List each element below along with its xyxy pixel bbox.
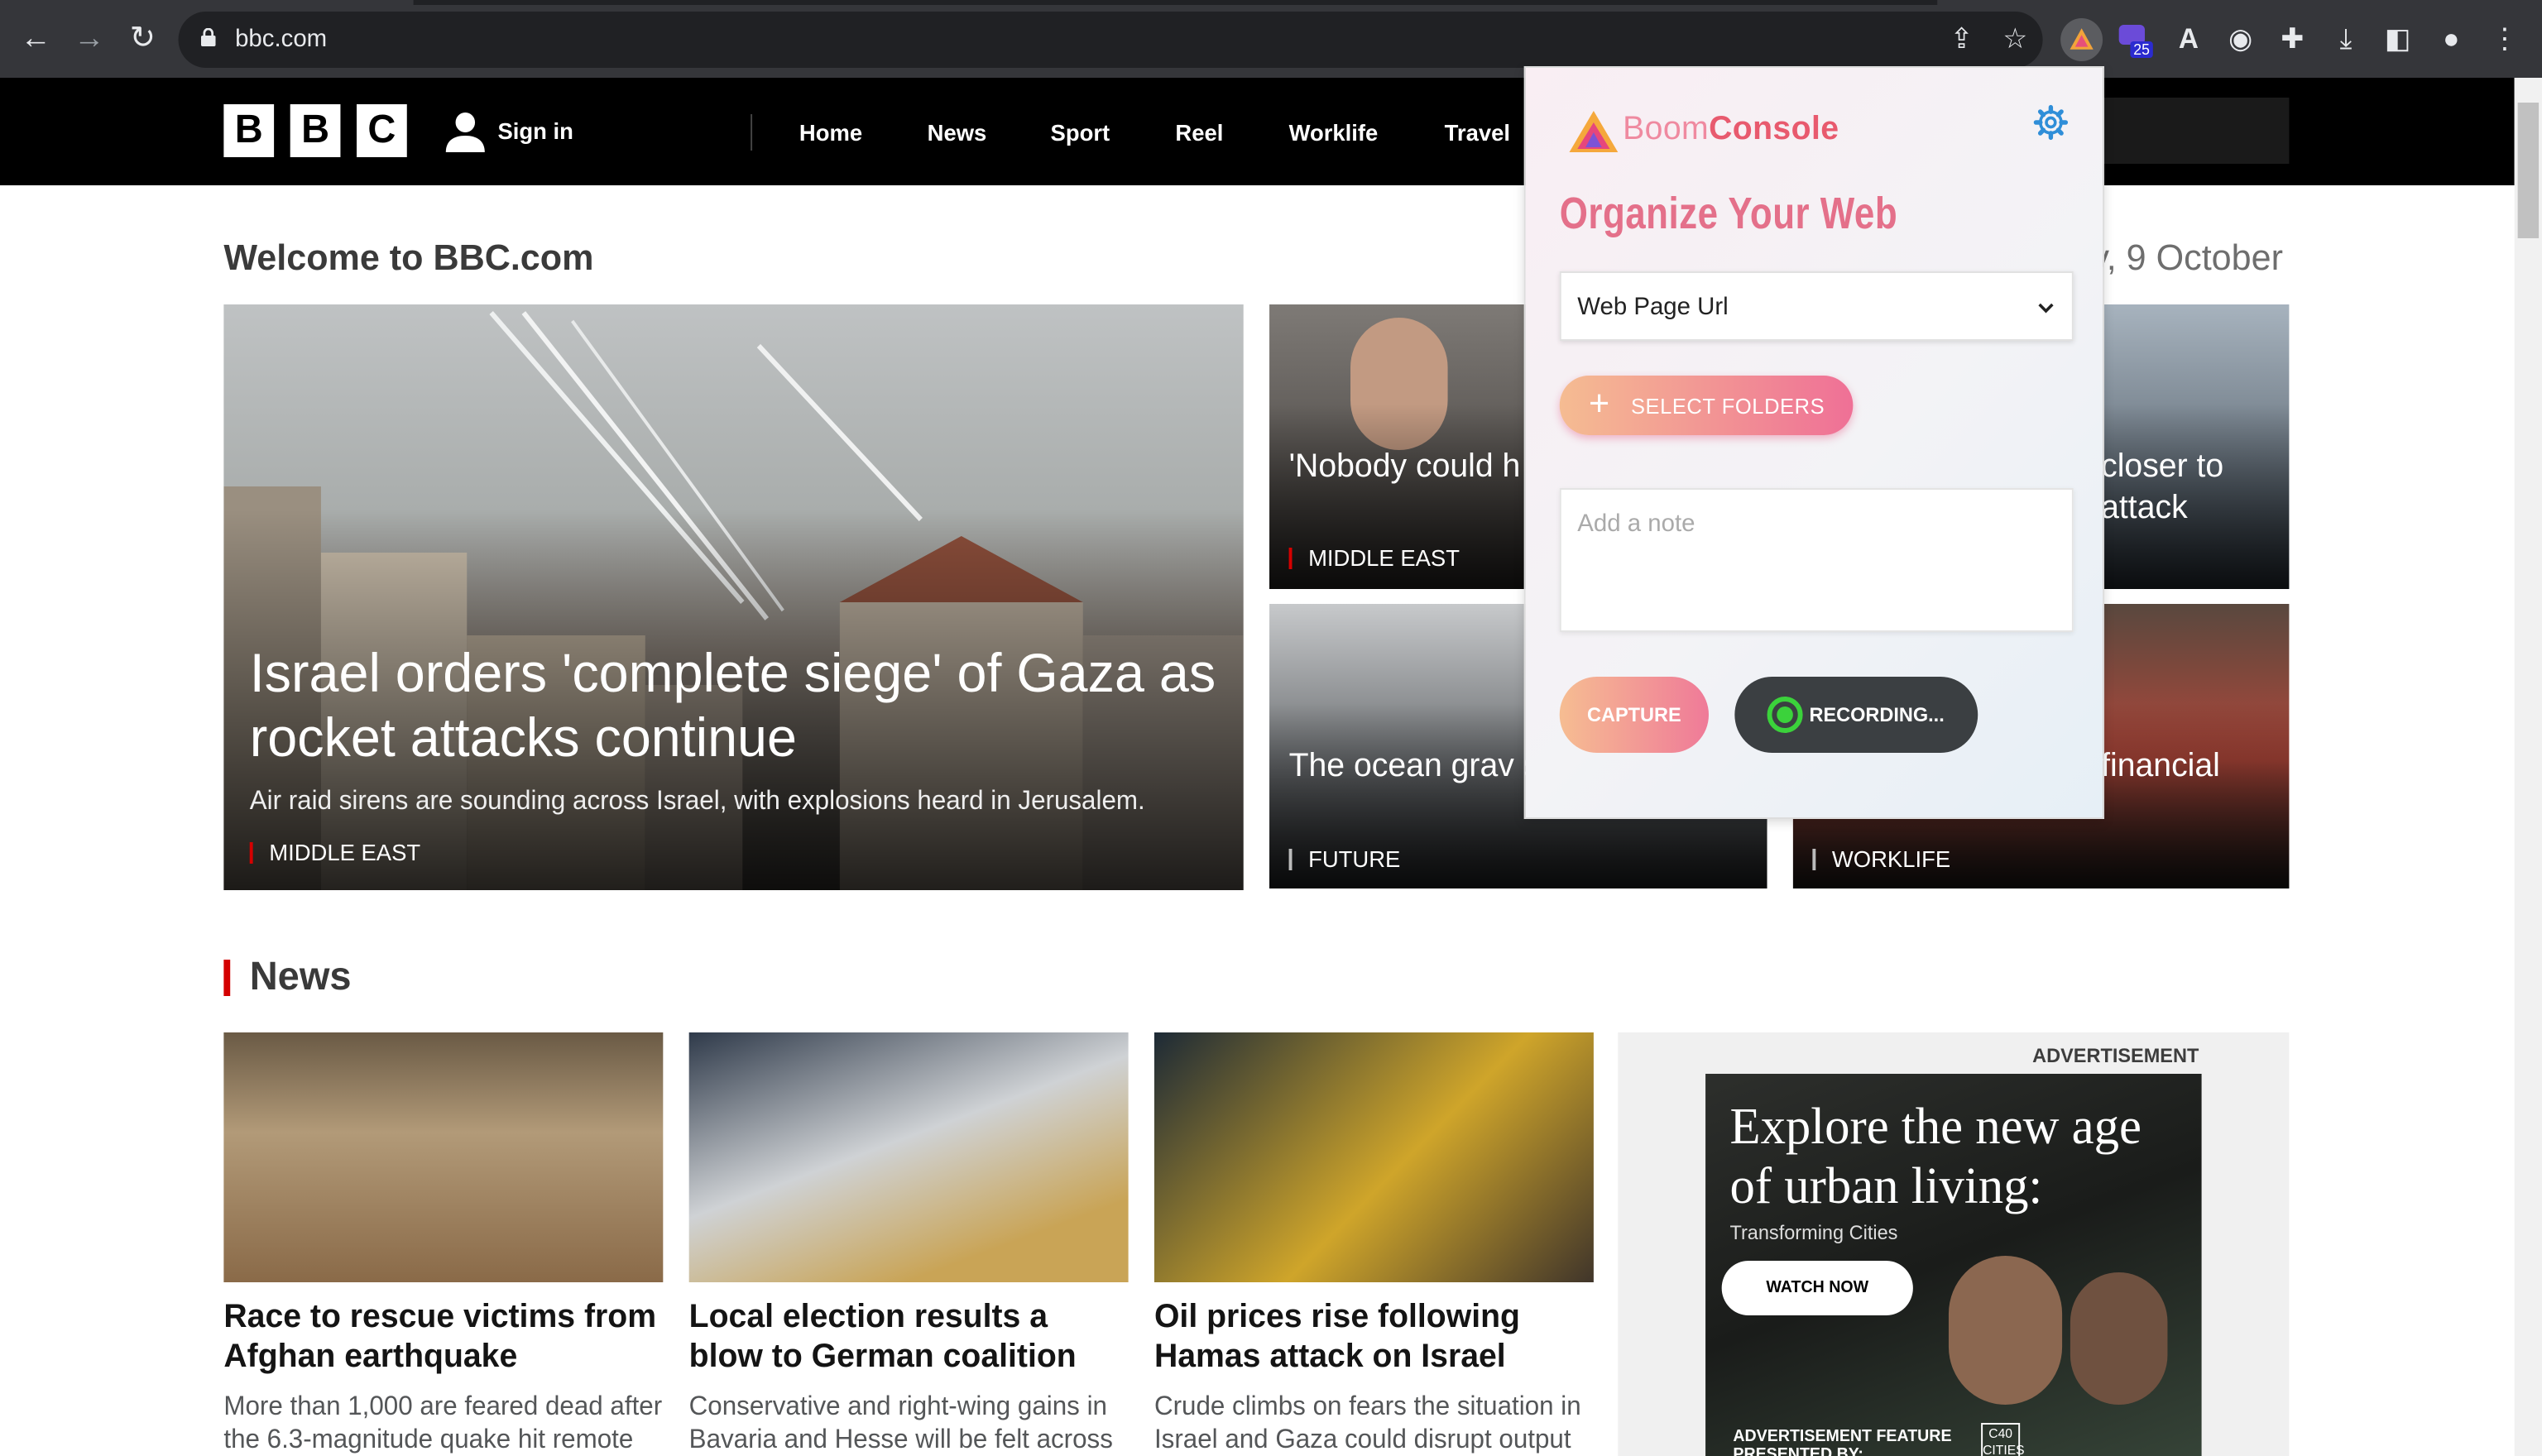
nav-travel[interactable]: Travel (1445, 119, 1510, 146)
bookmark-star-icon[interactable]: ☆ (1994, 18, 2036, 61)
news-summary-3: Crude climbs on fears the situation in I… (1153, 1393, 1581, 1454)
story-title-4[interactable]: financial (2101, 746, 2280, 788)
select-folders-label: SELECT FOLDERS (1630, 394, 1825, 419)
news-summary-1: More than 1,000 are feared dead after th… (223, 1393, 663, 1454)
select-folders-button[interactable]: + SELECT FOLDERS (1559, 376, 1854, 435)
story-title-2[interactable]: closer to attack (2101, 447, 2280, 529)
hero-section-tag[interactable]: MIDDLE EAST (249, 841, 420, 864)
ad-banner[interactable]: Explore the new age of urban living: Tra… (1705, 1074, 2202, 1456)
news-image-2[interactable] (688, 1032, 1129, 1282)
lock-icon (200, 28, 216, 46)
share-icon[interactable]: ⇪ (1940, 18, 1983, 61)
browser-toolbar: ← → ↻ bbc.com ⇪ ☆ 25 A ◉ ✚ ⤓ ◧ ● ⋮ (0, 0, 2542, 78)
hero-title[interactable]: Israel orders 'complete siege' of Gaza a… (250, 640, 1223, 769)
nav-news[interactable]: News (928, 119, 987, 146)
boomconsole-brand: BoomConsole (1623, 111, 1839, 149)
news-summary-2: Conservative and right-wing gains in Bav… (688, 1393, 1113, 1454)
hero-summary: Air raid sirens are sounding across Isra… (249, 788, 1145, 816)
news-image-1[interactable] (223, 1032, 664, 1282)
story-section-4[interactable]: WORKLIFE (1812, 847, 1950, 870)
capture-type-select[interactable]: Web Page Url (1559, 271, 2074, 341)
ad-person-image (1948, 1256, 2063, 1405)
nav-sport[interactable]: Sport (1051, 119, 1110, 146)
user-icon[interactable] (444, 109, 487, 152)
profile-icon[interactable]: ● (2430, 18, 2472, 61)
ad-person-image-2 (2070, 1272, 2168, 1405)
reload-icon[interactable]: ↻ (122, 18, 164, 61)
bbc-page: B B C Sign in Home News Sport Reel Workl… (0, 78, 2515, 1456)
settings-gear-icon[interactable] (2033, 104, 2069, 141)
boomconsole-extension-icon[interactable] (2060, 18, 2103, 61)
sign-in-link[interactable]: Sign in (497, 117, 573, 144)
side-panel-icon[interactable]: ◧ (2377, 18, 2419, 61)
bbc-logo-c[interactable]: C (357, 104, 407, 157)
forward-icon[interactable]: → (68, 18, 110, 61)
advertisement-panel: ADVERTISEMENT Explore the new age of urb… (1618, 1032, 2290, 1456)
chevron-down-icon (2038, 303, 2054, 314)
news-section-heading[interactable]: News (223, 957, 352, 997)
watch-now-button[interactable]: WATCH NOW (1721, 1261, 1913, 1315)
news-title-1[interactable]: Race to rescue victims from Afghan earth… (223, 1297, 664, 1377)
active-tab-strip (413, 0, 1938, 5)
capture-button[interactable]: CAPTURE (1559, 677, 1709, 753)
news-title-3[interactable]: Oil prices rise following Hamas attack o… (1154, 1297, 1595, 1377)
ad-subtitle: Transforming Cities (1729, 1221, 1898, 1244)
ad-label: ADVERTISEMENT (2032, 1044, 2199, 1067)
welcome-heading: Welcome to BBC.com (223, 237, 594, 278)
menu-icon[interactable]: ⋮ (2483, 18, 2525, 61)
url-text: bbc.com (235, 25, 328, 53)
popup-heading: Organize Your Web (1559, 189, 1898, 238)
hero-card[interactable]: Israel orders 'complete siege' of Gaza a… (223, 304, 1244, 890)
recording-indicator-icon (1767, 697, 1803, 733)
nav-divider (751, 114, 753, 151)
extension-icon[interactable]: 25 (2116, 18, 2158, 61)
extension-badge: 25 (2130, 41, 2153, 58)
back-icon[interactable]: ← (15, 18, 57, 61)
select-value: Web Page Url (1577, 293, 1729, 321)
news-image-3[interactable] (1153, 1032, 1594, 1282)
bbc-logo-b2[interactable]: B (290, 104, 341, 157)
page-scrollbar[interactable] (2514, 78, 2542, 1456)
scrollbar-thumb[interactable] (2517, 103, 2540, 238)
story-section-3[interactable]: FUTURE (1288, 847, 1400, 870)
story-section-1[interactable]: MIDDLE EAST (1288, 546, 1460, 569)
plus-icon: + (1589, 382, 1610, 424)
brand-console: Console (1709, 111, 1839, 147)
search-box[interactable] (2091, 98, 2290, 164)
font-extension-icon[interactable]: A (2167, 18, 2209, 61)
nav-reel[interactable]: Reel (1175, 119, 1223, 146)
circle-extension-icon[interactable]: ◉ (2219, 18, 2261, 61)
nav-home[interactable]: Home (799, 119, 862, 146)
address-bar[interactable]: bbc.com ⇪ ☆ (178, 12, 2043, 68)
bbc-header: B B C Sign in Home News Sport Reel Workl… (0, 78, 2515, 185)
recording-label: RECORDING... (1809, 703, 1945, 726)
extensions-puzzle-icon[interactable]: ✚ (2271, 18, 2314, 61)
download-icon[interactable]: ⤓ (2324, 18, 2367, 61)
screen: ← → ↻ bbc.com ⇪ ☆ 25 A ◉ ✚ ⤓ ◧ ● ⋮ B B C… (0, 0, 2542, 1456)
recording-button[interactable]: RECORDING... (1734, 677, 1978, 753)
note-textarea[interactable]: Add a note (1559, 488, 2074, 632)
ad-headline: Explore the new age of urban living: (1729, 1097, 2142, 1214)
brand-boom: Boom (1623, 111, 1710, 147)
ad-footer: ADVERTISEMENT FEATURE PRESENTED BY: (1733, 1428, 1952, 1456)
boomconsole-logo-icon (1569, 111, 1619, 152)
boomconsole-popup: BoomConsole Organize Your Web Web Page U… (1523, 66, 2105, 819)
c40-logo: C40 CITIES (1981, 1423, 2025, 1456)
news-title-2[interactable]: Local election results a blow to German … (689, 1297, 1130, 1377)
bbc-logo-b1[interactable]: B (223, 104, 275, 157)
date-text: y, 9 October (2091, 237, 2283, 278)
nav-worklife[interactable]: Worklife (1289, 119, 1379, 146)
